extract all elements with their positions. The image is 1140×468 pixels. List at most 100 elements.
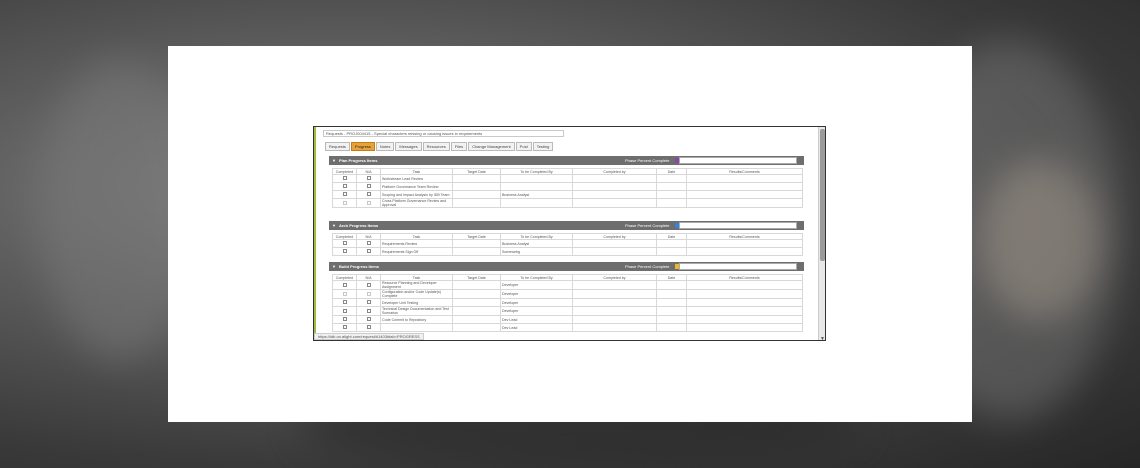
table-row: Platform Governance Team Review <box>332 182 803 191</box>
results-comments-cell[interactable] <box>686 247 803 256</box>
phase-percent-input[interactable] <box>679 222 797 229</box>
date-cell <box>656 280 687 290</box>
to-be-completed-by-cell: Dev Lead <box>500 323 573 332</box>
completed-checkbox[interactable] <box>342 249 347 253</box>
na-checkbox[interactable] <box>366 176 371 180</box>
task-cell: Cross Platform Governance Review and App… <box>380 198 453 208</box>
section-header[interactable]: ▼ Build Progress Items Phase Percent Compl… <box>329 262 804 271</box>
target-date-cell <box>452 239 501 248</box>
table-row: Technical Design Documentation and Test … <box>332 306 803 316</box>
completed-checkbox[interactable] <box>342 192 347 196</box>
date-cell <box>656 323 687 332</box>
section-header[interactable]: ▼ Arch Progress Items Phase Percent Comple… <box>329 221 804 230</box>
collapse-triangle-icon[interactable]: ▼ <box>332 221 336 230</box>
tab-change-management[interactable]: Change Management <box>468 142 515 151</box>
results-comments-cell[interactable] <box>686 289 803 299</box>
to-be-completed-by-cell <box>500 174 573 183</box>
results-comments-cell[interactable] <box>686 190 803 199</box>
to-be-completed-by-cell: Dev Lead <box>500 315 573 324</box>
date-cell <box>656 289 687 299</box>
to-be-completed-by-cell: Business Analyst <box>500 190 573 199</box>
tab-post[interactable]: Post <box>515 142 532 151</box>
to-be-completed-by-cell: Somewebg <box>500 247 573 256</box>
task-cell: Requirements Review <box>380 239 453 248</box>
task-cell <box>380 323 453 332</box>
date-cell <box>656 190 687 199</box>
completed-checkbox[interactable] <box>342 291 347 296</box>
task-cell: Technical Design Documentation and Test … <box>380 306 453 316</box>
phase-percent-input[interactable] <box>679 157 797 164</box>
phase-percent-input[interactable] <box>679 263 797 270</box>
na-checkbox[interactable] <box>366 249 371 253</box>
na-checkbox[interactable] <box>366 291 371 296</box>
completed-checkbox[interactable] <box>342 200 347 205</box>
task-cell: Developer Unit Testing <box>380 298 453 307</box>
results-comments-cell[interactable] <box>686 298 803 307</box>
results-comments-cell[interactable] <box>686 174 803 183</box>
section-header[interactable]: ▼ Plan Progress Items Phase Percent Comple… <box>329 156 804 165</box>
target-date-cell <box>452 198 501 208</box>
na-checkbox[interactable] <box>366 184 371 188</box>
phase-percent-label: Phase Percent Complete <box>625 264 670 269</box>
tab-messages[interactable]: Messages <box>395 142 422 151</box>
tab-testing[interactable]: Testing <box>532 142 554 151</box>
target-date-cell <box>452 174 501 183</box>
completed-checkbox[interactable] <box>342 317 347 321</box>
task-cell: Configuration and/or Code Update(s) Comp… <box>380 289 453 299</box>
completed-by-cell <box>572 174 657 183</box>
tab-files[interactable]: Files <box>450 142 468 151</box>
status-bar-url: https://idb.on.alight.com/request/#1403#… <box>314 333 424 340</box>
results-comments-cell[interactable] <box>686 239 803 248</box>
target-date-cell <box>452 280 501 290</box>
table-row: Dev Lead <box>332 323 803 332</box>
tab-requests[interactable]: Requests <box>325 142 350 151</box>
na-checkbox[interactable] <box>366 325 371 329</box>
date-cell <box>656 174 687 183</box>
na-checkbox[interactable] <box>366 317 371 321</box>
completed-checkbox[interactable] <box>342 308 347 313</box>
results-comments-cell[interactable] <box>686 306 803 316</box>
completed-by-cell <box>572 247 657 256</box>
completed-checkbox[interactable] <box>342 241 347 245</box>
completed-checkbox[interactable] <box>342 282 347 287</box>
collapse-triangle-icon[interactable]: ▼ <box>332 262 336 271</box>
na-checkbox[interactable] <box>366 300 371 304</box>
na-checkbox[interactable] <box>366 200 371 205</box>
completed-by-cell <box>572 306 657 316</box>
completed-by-cell <box>572 315 657 324</box>
task-cell: Resource Planning and Developer Assignme… <box>380 280 453 290</box>
scroll-down-icon[interactable]: ▼ <box>819 336 825 340</box>
completed-by-cell <box>572 298 657 307</box>
results-comments-cell[interactable] <box>686 315 803 324</box>
date-cell <box>656 298 687 307</box>
date-cell <box>656 315 687 324</box>
tab-progress[interactable]: Progress <box>350 142 375 151</box>
date-cell <box>656 198 687 208</box>
vertical-scrollbar[interactable]: ▼ <box>818 127 825 340</box>
completed-by-cell <box>572 289 657 299</box>
results-comments-cell[interactable] <box>686 198 803 208</box>
scroll-thumb[interactable] <box>820 129 825 261</box>
completed-checkbox[interactable] <box>342 184 347 188</box>
to-be-completed-by-cell: Developer <box>500 289 573 299</box>
completed-checkbox[interactable] <box>342 325 347 329</box>
results-comments-cell[interactable] <box>686 323 803 332</box>
na-checkbox[interactable] <box>366 308 371 313</box>
na-checkbox[interactable] <box>366 282 371 287</box>
tab-notes[interactable]: Notes <box>375 142 395 151</box>
results-comments-cell[interactable] <box>686 280 803 290</box>
table-row: Requirements Review Business Analyst <box>332 239 803 248</box>
task-cell: Code Commit to Repository <box>380 315 453 324</box>
na-checkbox[interactable] <box>366 192 371 196</box>
results-comments-cell[interactable] <box>686 182 803 191</box>
progress-section: ▼ Plan Progress Items Phase Percent Comple… <box>329 156 804 208</box>
completed-checkbox[interactable] <box>342 300 347 304</box>
date-cell <box>656 247 687 256</box>
embedded-screenshot: Requests - PROJ004415 - Special characte… <box>313 126 826 341</box>
completed-by-cell <box>572 323 657 332</box>
completed-checkbox[interactable] <box>342 176 347 180</box>
tab-resources[interactable]: Resources <box>422 142 450 151</box>
collapse-triangle-icon[interactable]: ▼ <box>332 156 336 165</box>
completed-by-cell <box>572 239 657 248</box>
na-checkbox[interactable] <box>366 241 371 245</box>
